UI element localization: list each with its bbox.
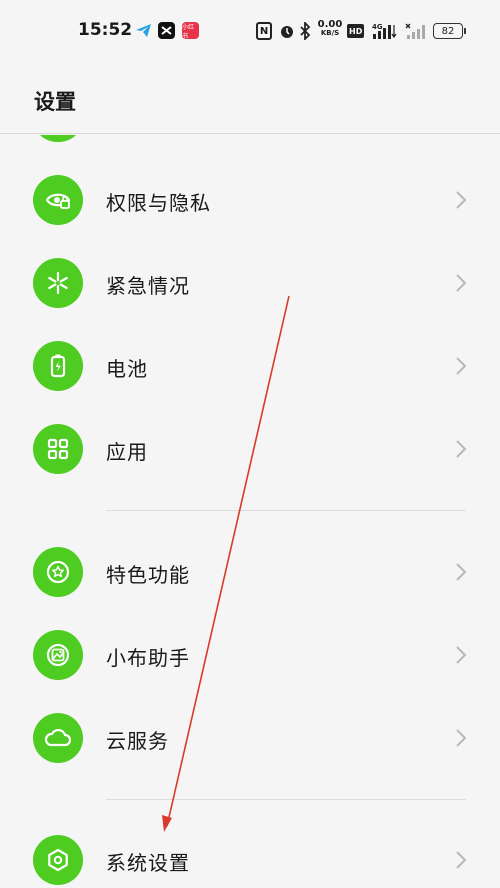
- grid-apps-icon: [33, 424, 83, 474]
- eye-lock-icon: [33, 175, 83, 225]
- nfc-icon: N: [256, 22, 272, 40]
- alarm-icon: [279, 22, 295, 40]
- partial-setting-icon: [33, 135, 83, 142]
- network-speed-value: 0.00: [317, 19, 343, 30]
- setting-item-cloud[interactable]: 云服务: [0, 697, 500, 779]
- group-divider: [106, 799, 466, 800]
- chevron-right-icon: [452, 189, 470, 211]
- network-speed: 0.00 KB/S: [316, 20, 344, 38]
- group-divider: [106, 510, 466, 511]
- setting-item-system[interactable]: 系统设置: [0, 819, 500, 888]
- capcut-icon: [158, 22, 175, 39]
- red-app-icon: 小红书: [182, 22, 199, 40]
- setting-label: 小布助手: [106, 646, 190, 670]
- hexagon-settings-icon: [33, 835, 83, 885]
- battery-charging-icon: [33, 341, 83, 391]
- assistant-icon: [33, 630, 83, 680]
- chevron-right-icon: [452, 644, 470, 666]
- svg-text:4G: 4G: [372, 23, 383, 31]
- hd-voice-icon: HD: [347, 24, 365, 38]
- page-title: 设置: [34, 90, 76, 114]
- battery-indicator: 82: [433, 23, 466, 39]
- setting-label: 云服务: [106, 729, 169, 753]
- status-time: 15:52: [78, 20, 133, 40]
- chevron-right-icon: [452, 849, 470, 871]
- chevron-right-icon: [452, 438, 470, 460]
- setting-item-features[interactable]: 特色功能: [0, 531, 500, 613]
- chevron-right-icon: [452, 561, 470, 583]
- bluetooth-icon: [299, 22, 311, 40]
- chevron-right-icon: [452, 355, 470, 377]
- asterisk-icon: [33, 258, 83, 308]
- cloud-icon: [33, 713, 83, 763]
- signal-empty-icon: [404, 22, 428, 40]
- chevron-right-icon: [452, 727, 470, 749]
- chevron-right-icon: [452, 272, 470, 294]
- setting-label: 权限与隐私: [106, 191, 211, 215]
- page-header: 设置: [0, 62, 500, 134]
- setting-item-emergency[interactable]: 紧急情况: [0, 242, 500, 324]
- network-speed-unit: KB/S: [320, 29, 340, 37]
- status-bar: 15:52 小红书 N 0.00 KB/S HD 4G 82: [0, 0, 500, 62]
- setting-label: 电池: [106, 357, 148, 381]
- setting-label: 应用: [106, 440, 148, 464]
- signal-4g-icon: 4G: [372, 22, 398, 40]
- star-circle-icon: [33, 547, 83, 597]
- settings-list[interactable]: 权限与隐私 紧急情况 电池 应用 特色功能 小布助手 云服务 系统设置: [0, 135, 500, 888]
- setting-item-assistant[interactable]: 小布助手: [0, 614, 500, 696]
- telegram-icon: [135, 22, 152, 39]
- setting-label: 特色功能: [106, 563, 190, 587]
- setting-item-privacy[interactable]: 权限与隐私: [0, 159, 500, 241]
- setting-label: 紧急情况: [106, 274, 190, 298]
- setting-item-apps[interactable]: 应用: [0, 408, 500, 490]
- setting-item-battery[interactable]: 电池: [0, 325, 500, 407]
- setting-label: 系统设置: [106, 851, 190, 875]
